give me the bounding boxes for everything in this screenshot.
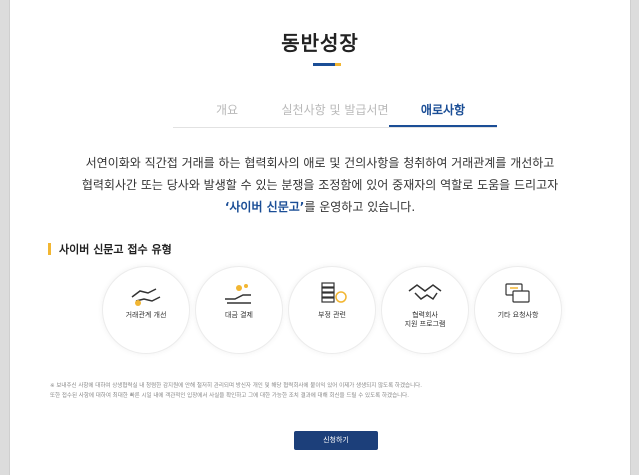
category-label: 거래관계 개선 xyxy=(125,311,167,319)
tab-bar: 개요 실천사항 및 발급서면 애로사항 xyxy=(173,95,497,128)
content-frame: 동반성장 개요 실천사항 및 발급서면 애로사항 서연이화와 직간접 거래를 하… xyxy=(9,0,631,475)
intro-line-3: ‘사이버 신문고’를 운영하고 있습니다. xyxy=(50,196,590,218)
category-payment[interactable]: 대금 결제 xyxy=(195,266,283,354)
category-label-line1: 협력회사 xyxy=(412,311,438,319)
notice-text: ※ 보내주신 사항에 대하여 상생협력실 내 청렴한 감지원에 안해 철저히 관… xyxy=(50,381,610,401)
category-label: 부정 관련 xyxy=(318,311,346,319)
tab-overview[interactable]: 개요 xyxy=(173,95,281,127)
page-title: 동반성장 xyxy=(281,31,359,55)
notice-line-1: ※ 보내주신 사항에 대하여 상생협력실 내 청렴한 감지원에 안해 철저히 관… xyxy=(50,383,422,389)
category-label-line2: 지원 프로그램 xyxy=(404,320,446,328)
intro-text: 서연이화와 직간접 거래를 하는 협력회사의 애로 및 건의사항을 청취하여 거… xyxy=(50,152,590,218)
intro-line-2: 협력회사간 또는 당사와 발생할 수 있는 분쟁을 조정함에 있어 중재자의 역… xyxy=(81,178,559,192)
category-misconduct[interactable]: 부정 관련 xyxy=(288,266,376,354)
tab-practices[interactable]: 실천사항 및 발급서면 xyxy=(281,95,389,127)
category-label: 기타 요청사항 xyxy=(497,311,539,319)
section-marker xyxy=(48,243,51,255)
money-hand-icon xyxy=(225,284,251,304)
section-title: 사이버 신문고 접수 유형 xyxy=(48,241,172,257)
intro-emphasis: ‘사이버 신문고’ xyxy=(224,200,305,214)
handshake-icon xyxy=(408,284,442,301)
category-support-program[interactable]: 협력회사 지원 프로그램 xyxy=(381,266,469,354)
category-trade-improvement[interactable]: 거래관계 개선 xyxy=(102,266,190,354)
notice-line-2: 또한 접수된 사항에 대하여 최대한 빠른 시일 내에 객관적인 입장에서 사실… xyxy=(50,393,409,399)
intro-line-1: 서연이화와 직간접 거래를 하는 협력회사의 애로 및 건의사항을 청취하여 거… xyxy=(85,156,555,170)
section-title-text: 사이버 신문고 접수 유형 xyxy=(59,243,172,256)
category-label: 대금 결제 xyxy=(225,311,253,319)
category-other-requests[interactable]: 기타 요청사항 xyxy=(474,266,562,354)
title-underline xyxy=(313,63,341,66)
coin-stack-icon xyxy=(321,282,347,303)
apply-button[interactable]: 신청하기 xyxy=(294,431,378,450)
intro-line-3-tail: 를 운영하고 있습니다. xyxy=(304,200,416,214)
category-list: 거래관계 개선 대금 결제 부정 관련 협력회사 지원 프로그램 기타 요청사항 xyxy=(102,266,562,358)
chat-bubbles-icon xyxy=(505,283,530,303)
tab-grievances[interactable]: 애로사항 xyxy=(389,95,497,127)
handshake-hand-icon xyxy=(131,288,161,306)
